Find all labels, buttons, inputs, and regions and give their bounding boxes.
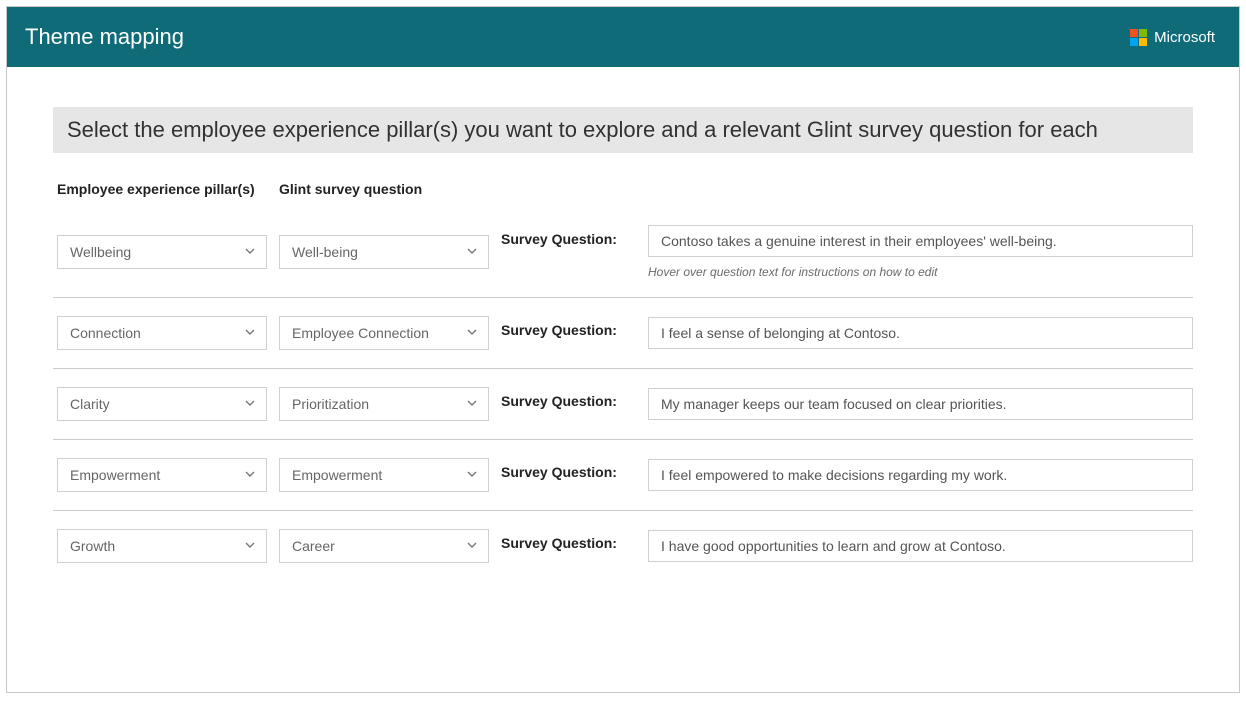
mapping-row: Clarity Prioritization Survey Question: My … — [53, 369, 1193, 440]
chevron-down-icon — [466, 396, 478, 412]
chevron-down-icon — [466, 467, 478, 483]
rows-container: Wellbeing Well-being Survey Question: Conto… — [53, 207, 1193, 581]
glint-dropdown[interactable]: Employee Connection — [279, 316, 489, 350]
chevron-down-icon — [244, 244, 256, 260]
pillar-dropdown[interactable]: Growth — [57, 529, 267, 563]
instruction-banner: Select the employee experience pillar(s)… — [53, 107, 1193, 153]
pillar-dropdown[interactable]: Clarity — [57, 387, 267, 421]
survey-question-block: I feel a sense of belonging at Contoso. — [648, 317, 1193, 349]
chevron-down-icon — [466, 244, 478, 260]
pillar-dropdown-value: Connection — [70, 325, 141, 341]
survey-question-input[interactable]: Contoso takes a genuine interest in thei… — [648, 225, 1193, 257]
chevron-down-icon — [244, 467, 256, 483]
survey-question-input[interactable]: I have good opportunities to learn and g… — [648, 530, 1193, 562]
glint-dropdown-value: Employee Connection — [292, 325, 429, 341]
pillar-dropdown[interactable]: Wellbeing — [57, 235, 267, 269]
survey-question-input[interactable]: I feel empowered to make decisions regar… — [648, 459, 1193, 491]
column-headers: Employee experience pillar(s) Glint surv… — [53, 181, 1193, 197]
pillar-dropdown-value: Clarity — [70, 396, 110, 412]
glint-dropdown[interactable]: Career — [279, 529, 489, 563]
glint-dropdown-value: Well-being — [292, 244, 358, 260]
survey-question-input[interactable]: I feel a sense of belonging at Contoso. — [648, 317, 1193, 349]
chevron-down-icon — [244, 325, 256, 341]
pillar-dropdown-value: Wellbeing — [70, 244, 131, 260]
pillar-dropdown[interactable]: Connection — [57, 316, 267, 350]
mapping-row: Wellbeing Well-being Survey Question: Conto… — [53, 207, 1193, 298]
column-header-pillar: Employee experience pillar(s) — [57, 181, 267, 197]
chevron-down-icon — [244, 396, 256, 412]
helper-text: Hover over question text for instruction… — [648, 265, 1193, 279]
chevron-down-icon — [244, 538, 256, 554]
survey-question-input[interactable]: My manager keeps our team focused on cle… — [648, 388, 1193, 420]
survey-question-block: I feel empowered to make decisions regar… — [648, 459, 1193, 491]
column-header-glint: Glint survey question — [279, 181, 489, 197]
chevron-down-icon — [466, 538, 478, 554]
pillar-dropdown-value: Growth — [70, 538, 115, 554]
glint-dropdown[interactable]: Well-being — [279, 235, 489, 269]
pillar-dropdown-value: Empowerment — [70, 467, 160, 483]
survey-question-label: Survey Question: — [501, 225, 636, 247]
mapping-row: Empowerment Empowerment Survey Question: I … — [53, 440, 1193, 511]
mapping-row: Connection Employee Connection Survey Ques… — [53, 298, 1193, 369]
page-title: Theme mapping — [25, 24, 184, 50]
pillar-dropdown[interactable]: Empowerment — [57, 458, 267, 492]
app-frame: Theme mapping Microsoft Select the emplo… — [6, 6, 1240, 693]
main-content: Select the employee experience pillar(s)… — [7, 67, 1239, 581]
survey-question-label: Survey Question: — [501, 387, 636, 409]
survey-question-block: I have good opportunities to learn and g… — [648, 530, 1193, 562]
survey-question-block: My manager keeps our team focused on cle… — [648, 388, 1193, 420]
glint-dropdown[interactable]: Empowerment — [279, 458, 489, 492]
microsoft-logo-text: Microsoft — [1154, 29, 1215, 46]
chevron-down-icon — [466, 325, 478, 341]
mapping-row: Growth Career Survey Question: I have good … — [53, 511, 1193, 581]
survey-question-block: Contoso takes a genuine interest in thei… — [648, 225, 1193, 279]
microsoft-logo-icon — [1130, 29, 1147, 46]
glint-dropdown-value: Empowerment — [292, 467, 382, 483]
microsoft-logo: Microsoft — [1130, 29, 1215, 46]
glint-dropdown-value: Career — [292, 538, 335, 554]
survey-question-label: Survey Question: — [501, 458, 636, 480]
app-header: Theme mapping Microsoft — [7, 7, 1239, 67]
glint-dropdown-value: Prioritization — [292, 396, 369, 412]
survey-question-label: Survey Question: — [501, 529, 636, 551]
glint-dropdown[interactable]: Prioritization — [279, 387, 489, 421]
survey-question-label: Survey Question: — [501, 316, 636, 338]
